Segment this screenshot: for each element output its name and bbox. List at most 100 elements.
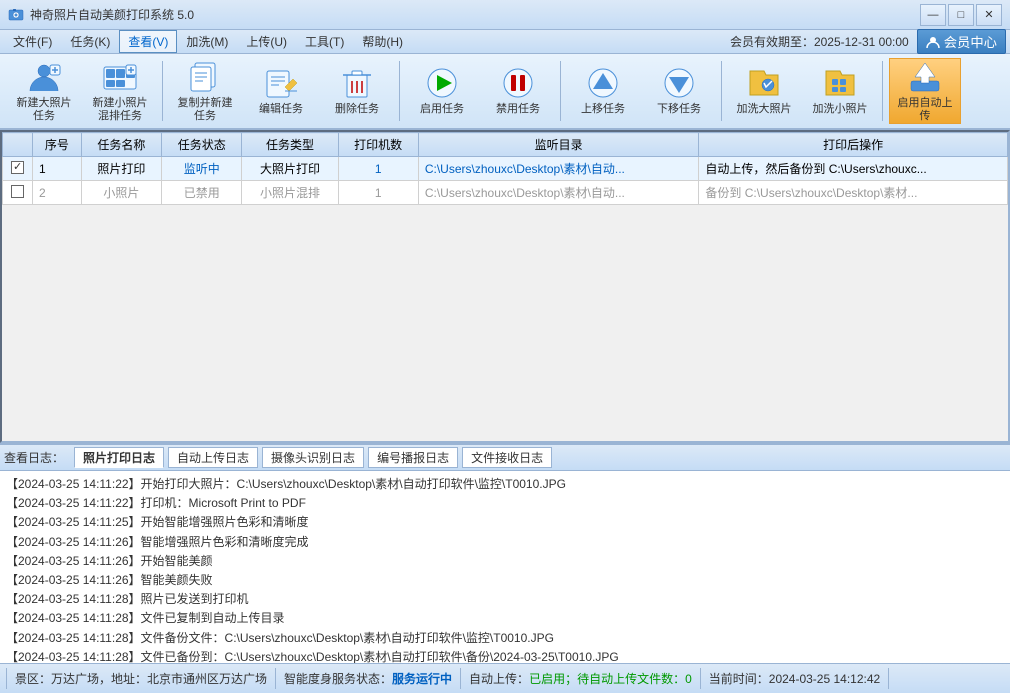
- col-directory: 监听目录: [418, 133, 699, 157]
- separator-3: [560, 61, 561, 121]
- close-button[interactable]: ✕: [976, 4, 1002, 26]
- new-small-task-label: 新建小照片混排任务: [89, 97, 151, 123]
- menu-task[interactable]: 任务(K): [61, 30, 119, 53]
- separator-5: [882, 61, 883, 121]
- log-line: 【2024-03-25 14:11:28】文件已备份到：C:\Users\zho…: [6, 648, 1004, 663]
- separator-1: [162, 61, 163, 121]
- col-type: 任务类型: [242, 133, 338, 157]
- task-table: 序号 任务名称 任务状态 任务类型 打印机数 监听目录 打印后操作 1 照片打印…: [2, 132, 1008, 205]
- row-name: 小照片: [81, 181, 161, 205]
- delete-task-button[interactable]: 删除任务: [321, 58, 393, 124]
- status-location: 景区：万达广场，地址：北京市通州区万达广场: [6, 668, 276, 689]
- wash-small-icon: [822, 65, 858, 101]
- row-status: 已禁用: [162, 181, 242, 205]
- row-checkbox[interactable]: [3, 181, 33, 205]
- toolbar: 新建大照片任务 新建小照片混排任务: [0, 54, 1010, 130]
- current-time: 2024-03-25 14:12:42: [769, 672, 880, 686]
- auto-upload-button[interactable]: 启用自动上传: [889, 58, 961, 124]
- col-index: 序号: [33, 133, 82, 157]
- log-prefix: 查看日志：: [4, 449, 64, 466]
- enable-task-label: 启用任务: [420, 103, 464, 116]
- separator-4: [721, 61, 722, 121]
- wash-small-button[interactable]: 加洗小照片: [804, 58, 876, 124]
- member-center-button[interactable]: 会员中心: [917, 29, 1006, 54]
- row-printers: 1: [338, 181, 418, 205]
- log-tab-receive[interactable]: 文件接收日志: [462, 447, 552, 468]
- log-line: 【2024-03-25 14:11:26】开始智能美颜: [6, 552, 1004, 571]
- table-wrapper[interactable]: 序号 任务名称 任务状态 任务类型 打印机数 监听目录 打印后操作 1 照片打印…: [0, 130, 1010, 443]
- move-down-icon: [661, 65, 697, 101]
- menu-wash[interactable]: 加洗(M): [177, 30, 237, 53]
- checkbox-1[interactable]: [11, 161, 24, 174]
- row-checkbox[interactable]: [3, 157, 33, 181]
- edit-task-label: 编辑任务: [259, 103, 303, 116]
- new-small-task-button[interactable]: 新建小照片混排任务: [84, 58, 156, 124]
- disable-task-icon: [500, 65, 536, 101]
- wash-large-button[interactable]: 加洗大照片: [728, 58, 800, 124]
- edit-task-button[interactable]: 编辑任务: [245, 58, 317, 124]
- status-time: 当前时间：2024-03-25 14:12:42: [701, 668, 889, 689]
- status-upload: 自动上传：已启用；待自动上传文件数：0: [461, 668, 701, 689]
- main-area: 序号 任务名称 任务状态 任务类型 打印机数 监听目录 打印后操作 1 照片打印…: [0, 130, 1010, 663]
- table-row[interactable]: 2 小照片 已禁用 小照片混排 1 C:\Users\zhouxc\Deskto…: [3, 181, 1008, 205]
- log-line: 【2024-03-25 14:11:25】开始智能增强照片色彩和清晰度: [6, 513, 1004, 532]
- log-tab-camera[interactable]: 摄像头识别日志: [262, 447, 364, 468]
- auto-upload-icon: [907, 59, 943, 95]
- wash-small-label: 加洗小照片: [813, 103, 868, 116]
- row-status: 监听中: [162, 157, 242, 181]
- copy-task-label: 复制并新建任务: [174, 97, 236, 123]
- row-after-print: 备份到 C:\Users\zhouxc\Desktop\素材...: [699, 181, 1008, 205]
- disable-task-button[interactable]: 禁用任务: [482, 58, 554, 124]
- log-line: 【2024-03-25 14:11:26】智能美颜失败: [6, 571, 1004, 590]
- table-row[interactable]: 1 照片打印 监听中 大照片打印 1 C:\Users\zhouxc\Deskt…: [3, 157, 1008, 181]
- disable-task-label: 禁用任务: [496, 103, 540, 116]
- log-tab-photo-print[interactable]: 照片打印日志: [74, 447, 164, 468]
- row-printers: 1: [338, 157, 418, 181]
- log-tab-auto-upload[interactable]: 自动上传日志: [168, 447, 258, 468]
- log-line: 【2024-03-25 14:11:26】智能增强照片色彩和清晰度完成: [6, 533, 1004, 552]
- menu-bar: 文件(F) 任务(K) 查看(V) 加洗(M) 上传(U) 工具(T) 帮助(H…: [0, 30, 1010, 54]
- row-after-print: 自动上传，然后备份到 C:\Users\zhouxc...: [699, 157, 1008, 181]
- window-controls: — □ ✕: [920, 4, 1002, 26]
- log-tab-number[interactable]: 编号播报日志: [368, 447, 458, 468]
- row-name: 照片打印: [81, 157, 161, 181]
- menu-view[interactable]: 查看(V): [119, 30, 177, 53]
- move-down-button[interactable]: 下移任务: [643, 58, 715, 124]
- move-down-label: 下移任务: [657, 103, 701, 116]
- copy-task-icon: [187, 59, 223, 95]
- row-index: 1: [33, 157, 82, 181]
- copy-task-button[interactable]: 复制并新建任务: [169, 58, 241, 124]
- edit-task-icon: [263, 65, 299, 101]
- row-directory: C:\Users\zhouxc\Desktop\素材\自动...: [418, 181, 699, 205]
- row-type: 大照片打印: [242, 157, 338, 181]
- wash-large-icon: [746, 65, 782, 101]
- delete-task-label: 删除任务: [335, 103, 379, 116]
- upload-status: 已启用；待自动上传文件数：0: [529, 672, 692, 686]
- new-large-task-button[interactable]: 新建大照片任务: [8, 58, 80, 124]
- enable-task-button[interactable]: 启用任务: [406, 58, 478, 124]
- log-tabs: 查看日志： 照片打印日志 自动上传日志 摄像头识别日志 编号播报日志 文件接收日…: [0, 445, 1010, 471]
- col-checkbox: [3, 133, 33, 157]
- app-title: 神奇照片自动美颜打印系统 5.0: [30, 6, 920, 23]
- row-index: 2: [33, 181, 82, 205]
- log-content[interactable]: 【2024-03-25 14:11:22】开始打印大照片：C:\Users\zh…: [0, 471, 1010, 663]
- move-up-icon: [585, 65, 621, 101]
- wash-large-label: 加洗大照片: [737, 103, 792, 116]
- move-up-button[interactable]: 上移任务: [567, 58, 639, 124]
- row-directory: C:\Users\zhouxc\Desktop\素材\自动...: [418, 157, 699, 181]
- member-info: 会员有效期至：2025-12-31 00:00 会员中心: [730, 29, 1006, 54]
- move-up-label: 上移任务: [581, 103, 625, 116]
- status-ai: 智能度身服务状态：服务运行中: [276, 668, 461, 689]
- new-large-task-label: 新建大照片任务: [13, 97, 75, 123]
- log-section: 查看日志： 照片打印日志 自动上传日志 摄像头识别日志 编号播报日志 文件接收日…: [0, 443, 1010, 663]
- menu-tools[interactable]: 工具(T): [296, 30, 353, 53]
- new-small-task-icon: [102, 59, 138, 95]
- menu-file[interactable]: 文件(F): [4, 30, 61, 53]
- maximize-button[interactable]: □: [948, 4, 974, 26]
- menu-upload[interactable]: 上传(U): [237, 30, 296, 53]
- menu-help[interactable]: 帮助(H): [353, 30, 412, 53]
- checkbox-2[interactable]: [11, 185, 24, 198]
- col-printers: 打印机数: [338, 133, 418, 157]
- status-bar: 景区：万达广场，地址：北京市通州区万达广场 智能度身服务状态：服务运行中 自动上…: [0, 663, 1010, 693]
- minimize-button[interactable]: —: [920, 4, 946, 26]
